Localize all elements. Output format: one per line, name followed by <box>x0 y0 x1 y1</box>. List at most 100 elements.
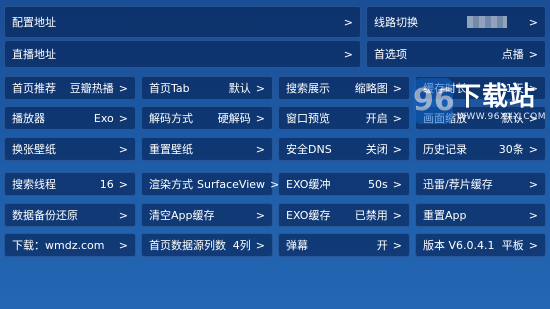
chevron-right-icon: > <box>392 111 402 125</box>
chevron-right-icon: > <box>118 238 128 252</box>
setting-value: 已禁用 <box>354 209 388 222</box>
preference-item[interactable]: 首选项 点播 > <box>366 40 546 68</box>
setting-exo-cache[interactable]: EXO缓存 已禁用 > <box>278 203 410 227</box>
chevron-right-icon: > <box>392 177 402 191</box>
config-url-label: 配置地址 <box>12 16 56 29</box>
setting-label: 缓存时长 <box>423 82 467 95</box>
setting-label: 首页推荐 <box>12 82 56 95</box>
setting-history[interactable]: 历史记录 30条 > <box>415 137 546 161</box>
setting-label: 下载：wmdz.com <box>12 239 105 252</box>
chevron-right-icon: > <box>528 47 538 61</box>
chevron-right-icon: > <box>528 208 538 222</box>
preference-value: 点播 <box>501 48 524 61</box>
chevron-right-icon: > <box>118 177 128 191</box>
setting-label: 安全DNS <box>286 143 332 156</box>
chevron-right-icon: > <box>528 111 538 125</box>
setting-exo-buffer[interactable]: EXO缓冲 50s > <box>278 172 410 196</box>
chevron-right-icon: > <box>392 81 402 95</box>
setting-home-recommend[interactable]: 首页推荐 豆瓣热播 > <box>4 76 136 100</box>
setting-picture-scale[interactable]: 画面缩放 默认 > <box>415 106 546 130</box>
setting-value: 平板 <box>501 239 524 252</box>
setting-value: 50s <box>368 177 388 191</box>
setting-label: 重置壁纸 <box>149 143 193 156</box>
setting-search-threads[interactable]: 搜索线程 16 > <box>4 172 136 196</box>
setting-value: 缩略图 <box>354 82 388 95</box>
config-url-item[interactable]: 配置地址 > <box>4 6 361 38</box>
redacted-value <box>466 16 507 28</box>
setting-label: EXO缓存 <box>286 209 331 222</box>
chevron-right-icon: > <box>343 47 353 61</box>
setting-value: 豆瓣热播 <box>69 82 114 95</box>
setting-label: 重置App <box>423 209 467 222</box>
setting-render-mode[interactable]: 渲染方式 SurfaceView > <box>141 172 279 196</box>
chevron-right-icon: > <box>255 142 265 156</box>
setting-value: 默认 <box>501 112 524 125</box>
chevron-right-icon: > <box>255 81 265 95</box>
setting-decode-mode[interactable]: 解码方式 硬解码 > <box>141 106 273 130</box>
setting-value: 关闭 <box>365 143 388 156</box>
setting-label: 首页Tab <box>149 82 190 95</box>
chevron-right-icon: > <box>528 238 538 252</box>
setting-danmaku[interactable]: 弹幕 开 > <box>278 233 410 257</box>
chevron-right-icon: > <box>255 238 265 252</box>
chevron-right-icon: > <box>118 81 128 95</box>
setting-label: 播放器 <box>12 112 45 125</box>
chevron-right-icon: > <box>528 177 538 191</box>
chevron-right-icon: > <box>392 142 402 156</box>
chevron-right-icon: > <box>118 111 128 125</box>
setting-player[interactable]: 播放器 Exo > <box>4 106 136 130</box>
setting-label: 数据备份还原 <box>12 209 78 222</box>
setting-label: 换张壁纸 <box>12 143 56 156</box>
chevron-right-icon: > <box>528 142 538 156</box>
setting-clear-app-cache[interactable]: 清空App缓存 > <box>141 203 273 227</box>
setting-label: 搜索展示 <box>286 82 330 95</box>
setting-value: 4列 <box>232 239 251 252</box>
setting-value: 1天 <box>505 82 524 95</box>
live-url-item[interactable]: 直播地址 > <box>4 40 361 68</box>
setting-download-site[interactable]: 下载：wmdz.com > <box>4 233 136 257</box>
setting-value: 开启 <box>365 112 388 125</box>
chevron-right-icon: > <box>255 208 265 222</box>
setting-label: 历史记录 <box>423 143 467 156</box>
setting-home-columns[interactable]: 首页数据源列数 4列 > <box>141 233 273 257</box>
setting-reset-app[interactable]: 重置App > <box>415 203 546 227</box>
setting-label: 窗口预览 <box>286 112 330 125</box>
setting-reset-wallpaper[interactable]: 重置壁纸 > <box>141 137 273 161</box>
chevron-right-icon: > <box>343 15 353 29</box>
setting-label: 渲染方式 <box>149 178 193 191</box>
setting-value: 16 <box>99 177 114 191</box>
chevron-right-icon: > <box>392 238 402 252</box>
chevron-right-icon: > <box>118 208 128 222</box>
setting-value: 硬解码 <box>217 112 251 125</box>
setting-label: 解码方式 <box>149 112 193 125</box>
chevron-right-icon: > <box>528 81 538 95</box>
setting-search-display[interactable]: 搜索展示 缩略图 > <box>278 76 410 100</box>
setting-label: 画面缩放 <box>423 112 467 125</box>
setting-label: 弹幕 <box>286 239 308 252</box>
setting-label: 清空App缓存 <box>149 209 215 222</box>
chevron-right-icon: > <box>528 15 538 29</box>
setting-version[interactable]: 版本 V6.0.4.1 平板 > <box>415 233 546 257</box>
setting-change-wallpaper[interactable]: 换张壁纸 > <box>4 137 136 161</box>
setting-thunder-cache[interactable]: 迅雷/荐片缓存 > <box>415 172 546 196</box>
setting-value: Exo <box>93 111 114 125</box>
setting-label: 迅雷/荐片缓存 <box>423 178 493 191</box>
setting-home-tab[interactable]: 首页Tab 默认 > <box>141 76 273 100</box>
setting-value: 默认 <box>228 82 251 95</box>
line-switch-label: 线路切换 <box>374 16 418 29</box>
setting-window-preview[interactable]: 窗口预览 开启 > <box>278 106 410 130</box>
setting-cache-duration[interactable]: 缓存时长 1天 > <box>415 76 546 100</box>
setting-value: SurfaceView <box>197 177 266 191</box>
setting-value: 30条 <box>498 143 524 156</box>
setting-label: EXO缓冲 <box>286 178 331 191</box>
setting-backup-restore[interactable]: 数据备份还原 > <box>4 203 136 227</box>
line-switch-item[interactable]: 线路切换 > <box>366 6 546 38</box>
setting-secure-dns[interactable]: 安全DNS 关闭 > <box>278 137 410 161</box>
live-url-label: 直播地址 <box>12 48 56 61</box>
chevron-right-icon: > <box>392 208 402 222</box>
chevron-right-icon: > <box>118 142 128 156</box>
preference-label: 首选项 <box>374 48 407 61</box>
setting-label: 搜索线程 <box>12 178 56 191</box>
setting-label: 首页数据源列数 <box>149 239 226 252</box>
setting-value: 开 <box>376 239 388 252</box>
